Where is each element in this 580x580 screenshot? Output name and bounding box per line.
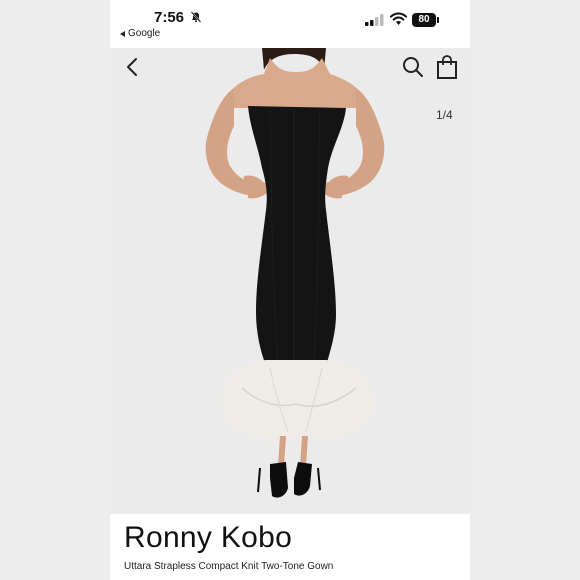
product-name: Uttara Strapless Compact Knit Two-Tone G…: [124, 561, 334, 572]
shopping-bag-icon[interactable]: [436, 55, 458, 79]
left-backdrop: [0, 0, 110, 580]
bell-slash-icon: [190, 11, 202, 23]
back-to-app-link[interactable]: Google: [120, 28, 160, 39]
back-arrow-icon[interactable]: [122, 56, 142, 78]
status-bar: 7:56 Google 80: [110, 0, 470, 48]
battery-icon: 80: [412, 13, 440, 27]
phone-screen: 7:56 Google 80 1/4 Ronny Kobo Uttara Str…: [110, 0, 470, 580]
gallery-pager: 1/4: [436, 108, 453, 122]
right-backdrop: [470, 0, 580, 580]
battery-nub: [437, 17, 439, 23]
wifi-icon: [390, 12, 407, 25]
signal-icon: [365, 14, 384, 26]
status-time: 7:56: [154, 9, 185, 26]
product-brand: Ronny Kobo: [124, 521, 293, 554]
back-triangle-icon: [120, 30, 125, 37]
search-icon[interactable]: [402, 56, 424, 78]
product-photo: [205, 48, 385, 498]
product-image-gallery[interactable]: 1/4: [110, 48, 470, 514]
back-app-label: Google: [128, 28, 161, 39]
battery-level: 80: [412, 13, 436, 27]
